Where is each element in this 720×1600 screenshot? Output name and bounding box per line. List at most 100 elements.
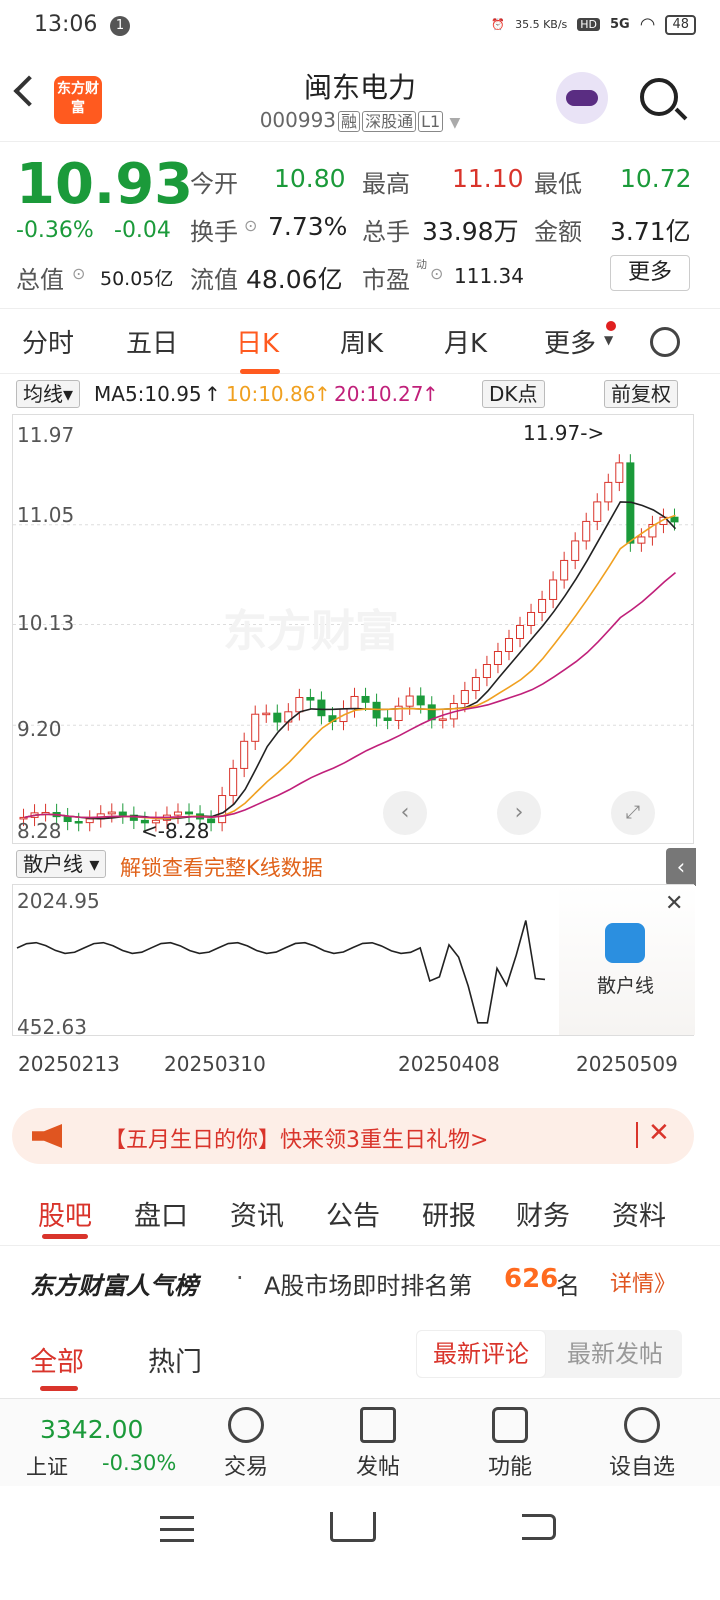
status-icons: ⏰ 35.5 KB/s HD 5G ◠ 48 (491, 14, 696, 35)
min-price-label: <-8.28 (141, 819, 210, 843)
home-icon[interactable] (330, 1512, 376, 1542)
close-icon[interactable]: ✕ (648, 1118, 670, 1148)
sort-segmented-control: 最新评论 最新发帖 (416, 1330, 682, 1378)
tab-forum[interactable]: 股吧 (38, 1194, 92, 1233)
ma-select[interactable]: 均线▾ (16, 380, 81, 408)
indicator-select-label: 散户线 (23, 852, 83, 876)
chevron-left-icon[interactable]: ‹ (383, 791, 427, 835)
search-icon[interactable] (640, 78, 678, 116)
ma5-value: MA5:10.95 (94, 382, 202, 406)
candle-body (582, 520, 591, 542)
retail-line-badge-label: 散户线 (597, 975, 655, 997)
candle-body (670, 516, 679, 523)
tab-daily-k[interactable]: 日K (236, 323, 279, 360)
tab-monthly-k[interactable]: 月K (444, 323, 487, 360)
candle-body (273, 712, 282, 723)
promo-banner[interactable]: 【五月生日的你】快来领3重生日礼物> ✕ (12, 1108, 694, 1164)
indicator-select[interactable]: 散户线 ▾ (16, 850, 107, 878)
mktcap-value: 50.05亿 (100, 268, 174, 290)
y-tick-label: 9.20 (17, 717, 62, 741)
candle-body (85, 818, 94, 824)
change-value: -0.04 (114, 218, 171, 243)
change-percent: -0.36% (16, 218, 94, 243)
chevron-right-icon[interactable]: › (497, 791, 541, 835)
info-icon[interactable]: ⊙ (244, 216, 257, 235)
popularity-rank: 626 (504, 1264, 559, 1294)
high-label: 最高 (362, 170, 410, 198)
index-name: 上证 (26, 1455, 68, 1479)
candle-body (604, 481, 613, 503)
collapse-chevron-icon[interactable]: ‹ (666, 848, 696, 886)
dk-point-button[interactable]: DK点 (482, 380, 545, 408)
stock-header: 东方财富 闽东电力 000993 融深股通 L1 ▼ (0, 58, 720, 142)
candlestick-chart[interactable]: 11.97 11.05 10.13 9.20 8.28 11.97-> <-8.… (12, 414, 695, 844)
tab-profile[interactable]: 资料 (612, 1194, 666, 1233)
red-dot-badge (606, 321, 616, 331)
tab-announcements[interactable]: 公告 (326, 1194, 380, 1233)
function-button[interactable]: 功能 (470, 1403, 550, 1481)
more-quote-button[interactable]: 更多 (610, 255, 690, 291)
watermark: 东方财富 (223, 606, 399, 657)
index-value[interactable]: 3342.00 (40, 1415, 143, 1444)
info-icon[interactable]: ⊙ (72, 264, 85, 283)
y-tick-label: 11.05 (17, 503, 75, 527)
candle-body (383, 717, 392, 721)
retail-line-badge[interactable]: 散户线 ✕ (559, 885, 695, 1035)
tab-research[interactable]: 研报 (422, 1194, 476, 1233)
retail-line-chart[interactable]: 2024.95 452.63 散户线 ✕ (12, 884, 695, 1039)
sub-top-label: 2024.95 (17, 889, 100, 913)
close-icon[interactable]: ✕ (665, 891, 683, 916)
candle-body (637, 536, 646, 544)
candle-body (560, 559, 569, 581)
popularity-post: 名 (556, 1272, 580, 1300)
tab-intraday[interactable]: 分时 (22, 323, 74, 360)
tab-weekly-k[interactable]: 周K (340, 323, 383, 360)
filter-hot[interactable]: 热门 (148, 1340, 202, 1379)
tab-finance[interactable]: 财务 (516, 1194, 570, 1233)
divider (636, 1122, 638, 1148)
candle-body (251, 713, 260, 742)
ma10-value: 10:10.86 (226, 382, 316, 406)
x-date-label: 20250213 (18, 1052, 120, 1076)
add-watchlist-button[interactable]: 设自选 (602, 1403, 682, 1481)
function-label: 功能 (487, 1455, 532, 1480)
tab-orderbook[interactable]: 盘口 (134, 1194, 188, 1233)
gear-icon[interactable] (650, 327, 680, 357)
tab-five-day[interactable]: 五日 (126, 323, 178, 360)
adjust-button[interactable]: 前复权 (604, 380, 678, 408)
stock-code-row[interactable]: 000993 融深股通 L1 ▼ (0, 108, 720, 132)
info-icon[interactable]: ⊙ (430, 264, 443, 283)
ma-select-label: 均线 (23, 382, 63, 406)
tab-more[interactable]: 更多 (544, 323, 596, 360)
pe-label: 市盈 (362, 266, 410, 294)
candle-body (173, 811, 182, 816)
candle-body (361, 695, 370, 703)
candle-body (118, 811, 127, 816)
menu-icon[interactable] (160, 1516, 194, 1542)
open-label: 今开 (190, 170, 238, 198)
high-value: 11.10 (452, 164, 524, 193)
filter-all[interactable]: 全部 (30, 1340, 84, 1379)
signal-icon: 5G (610, 17, 630, 32)
grid-icon (492, 1407, 528, 1443)
section-tabs: 股吧 盘口 资讯 公告 研报 财务 资料 (0, 1178, 720, 1246)
unlock-kline-link[interactable]: 解锁查看完整K线数据 (120, 852, 323, 882)
ma20-value: 20:10.27 (334, 382, 424, 406)
sort-latest-post[interactable]: 最新发帖 (550, 1330, 680, 1378)
detail-link[interactable]: 详情》 (610, 1266, 676, 1298)
trade-button[interactable]: 交易 (206, 1403, 286, 1481)
pe-value: 111.34 (454, 264, 524, 288)
sort-latest-comment[interactable]: 最新评论 (416, 1330, 546, 1378)
arrow-up-icon: ↑ (422, 382, 439, 406)
status-bar: 13:06 1 ⏰ 35.5 KB/s HD 5G ◠ 48 (0, 0, 720, 56)
megaphone-icon (32, 1124, 62, 1148)
back-nav-icon[interactable] (522, 1514, 556, 1540)
candle-body (317, 699, 326, 717)
assistant-avatar-icon[interactable] (556, 72, 608, 124)
expand-icon[interactable]: ⤢ (611, 791, 655, 835)
post-button[interactable]: 发帖 (338, 1403, 418, 1481)
status-time: 13:06 (34, 12, 98, 37)
tab-news[interactable]: 资讯 (230, 1194, 284, 1233)
turnover-value: 7.73% (268, 212, 348, 241)
popularity-row[interactable]: 东方财富人气榜 · A股市场即时排名第 626 名 详情》 (0, 1252, 720, 1312)
